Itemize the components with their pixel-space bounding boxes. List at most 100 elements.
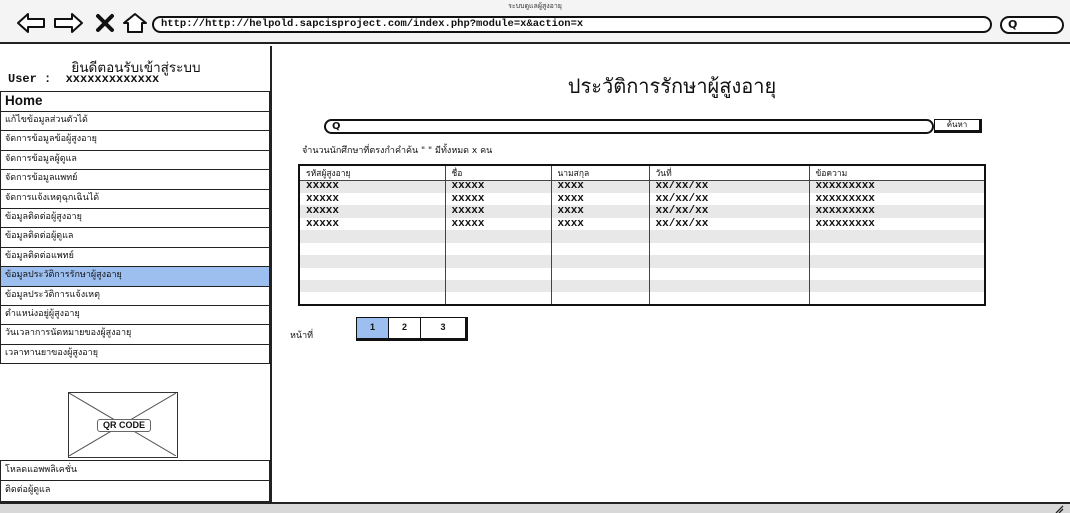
sidebar-item-medication-times[interactable]: เวลาทานยาของผู้สูงอายุ [0, 344, 270, 365]
table-cell: xxxxx [299, 180, 446, 193]
sidebar-item-doctor-contacts[interactable]: ข้อมูลติดต่อแพทย์ [0, 247, 270, 268]
sidebar-item-elderly-location[interactable]: ตำแหน่งอยู่ผู้สูงอายุ [0, 305, 270, 326]
sidebar: ยินดีตอนรับเข้าสู่ระบบ User : xxxxxxxxxx… [0, 46, 272, 502]
status-bar [0, 502, 1070, 513]
table-cell [299, 292, 446, 305]
column-header-message[interactable]: ข้อความ [809, 165, 986, 181]
search-button[interactable]: ค้นหา [934, 119, 982, 133]
table-cell [551, 292, 650, 305]
search-icon: Q [332, 121, 341, 132]
home-icon[interactable] [122, 12, 148, 34]
table-cell [299, 242, 446, 256]
table-cell: xx/xx/xx [649, 192, 810, 206]
table-cell [299, 255, 446, 268]
table-cell [445, 242, 552, 256]
sidebar-item-caregiver-contacts[interactable]: ข้อมูลติดต่อผู้ดูแล [0, 228, 270, 248]
sidebar-item-manage-doctors[interactable]: จัดการข้อมูลแพทย์ [0, 170, 270, 190]
table-cell [649, 242, 810, 256]
forward-arrow-icon[interactable] [52, 12, 84, 34]
search-input[interactable]: Q [324, 119, 934, 134]
search-icon: Q [1008, 18, 1018, 31]
table-cell [551, 255, 650, 268]
table-cell [649, 255, 810, 268]
table-row[interactable] [299, 292, 986, 305]
sidebar-menu: Home แก้ไขข้อมูลส่วนตัวได้ จัดการข้อมูลข… [0, 91, 270, 365]
page-button-3[interactable]: 3 [421, 318, 465, 338]
column-header-first-name[interactable]: ชื่อ [445, 165, 552, 181]
table-row[interactable] [299, 267, 986, 280]
table-cell [445, 292, 552, 305]
pager-label: หน้าที่ [290, 331, 314, 341]
table-cell: xxxxx [445, 217, 552, 231]
table-cell: xxxxx [445, 205, 552, 218]
column-header-date[interactable]: วันที่ [649, 165, 810, 181]
sidebar-item-home[interactable]: Home [0, 91, 270, 112]
browser-search-box[interactable]: Q [1000, 16, 1064, 34]
table-cell [551, 280, 650, 293]
sidebar-item-report-history[interactable]: ข้อมูลประวัติการแจ้งเหตุ [0, 286, 270, 306]
table-cell [551, 230, 650, 243]
table-cell: xxxx [551, 217, 650, 231]
table-cell [649, 230, 810, 243]
result-count-text: จำนวนนักศึกษาที่ตรงกำคำค้น " " มีทั้งหมด… [302, 146, 493, 156]
table-cell [445, 267, 552, 280]
table-row[interactable] [299, 255, 986, 268]
table-row[interactable] [299, 242, 986, 256]
close-icon[interactable] [94, 12, 116, 34]
resize-grip-icon[interactable] [1054, 505, 1064, 513]
sidebar-item-manage-emergency[interactable]: จัดการแจ้งเหตุฉุกเฉินได้ [0, 189, 270, 209]
sidebar-item-download-app[interactable]: โหลดแอพพลิเคชั่น [0, 460, 270, 481]
sidebar-item-manage-caregivers[interactable]: จัดการข้อมูลผู้ดูแล [0, 150, 270, 171]
table-cell: xxxxx [299, 205, 446, 218]
address-bar[interactable]: http://http://helpold.sapcisproject.com/… [152, 16, 992, 33]
window-title: ระบบดูแลผู้สูงอายุ [508, 2, 562, 10]
table-cell [299, 280, 446, 293]
table-cell [809, 230, 986, 243]
table-header-row: รหัสผู้สูงอายุ ชื่อ นามสกุล วันที่ ข้อคว… [299, 165, 986, 181]
table-cell [809, 292, 986, 305]
qr-code-label: QR CODE [97, 419, 151, 432]
page-button-2[interactable]: 2 [389, 318, 421, 338]
sidebar-item-manage-elderly[interactable]: จัดการข้อมูลข้อผู้สูงอายุ [0, 131, 270, 151]
table-cell [649, 280, 810, 293]
sidebar-bottom-links: โหลดแอพพลิเคชั่น ติดต่อผู้ดูแล [0, 460, 270, 502]
table-cell: xxxxxxxxx [809, 217, 986, 231]
table-cell [649, 267, 810, 280]
table-cell: xx/xx/xx [649, 180, 810, 193]
table-row[interactable]: xxxxx xxxxx xxxx xx/xx/xx xxxxxxxxx [299, 205, 986, 218]
pagination: 1 2 3 [356, 317, 468, 341]
table-cell [299, 267, 446, 280]
table-row[interactable] [299, 280, 986, 293]
table-cell: xxxxxxxxx [809, 192, 986, 206]
column-header-last-name[interactable]: นามสกุล [551, 165, 650, 181]
table-cell: xx/xx/xx [649, 205, 810, 218]
table-cell: xxxxxxxxx [809, 205, 986, 218]
sidebar-item-contact-caregiver[interactable]: ติดต่อผู้ดูแล [0, 481, 270, 502]
table-cell: xxxxx [445, 180, 552, 193]
browser-toolbar: ระบบดูแลผู้สูงอายุ http://http://helpold… [0, 0, 1070, 44]
column-header-elderly-id[interactable]: รหัสผู้สูงอายุ [299, 165, 446, 181]
table-cell [299, 230, 446, 243]
table-cell: xxxxx [299, 217, 446, 231]
table-cell: xxxxx [299, 192, 446, 206]
page-button-1[interactable]: 1 [357, 318, 389, 338]
back-arrow-icon[interactable] [16, 12, 46, 34]
table-cell [445, 280, 552, 293]
sidebar-item-elderly-contacts[interactable]: ข้อมูลติดต่อผู้สูงอายุ [0, 208, 270, 229]
sidebar-item-treatment-history[interactable]: ข้อมูลประวัติการรักษาผู้สูงอายุ [0, 267, 270, 287]
sidebar-item-edit-profile[interactable]: แก้ไขข้อมูลส่วนตัวได้ [0, 112, 270, 132]
table-row[interactable]: xxxxx xxxxx xxxx xx/xx/xx xxxxxxxxx [299, 180, 986, 193]
table-cell [809, 267, 986, 280]
table-row[interactable]: xxxxx xxxxx xxxx xx/xx/xx xxxxxxxxx [299, 192, 986, 206]
table-row[interactable]: xxxxx xxxxx xxxx xx/xx/xx xxxxxxxxx [299, 217, 986, 231]
treatment-history-table: รหัสผู้สูงอายุ ชื่อ นามสกุล วันที่ ข้อคว… [298, 164, 986, 306]
table-row[interactable] [299, 230, 986, 243]
page-title: ประวัติการรักษาผู้สูงอายุ [567, 74, 777, 98]
sidebar-item-appointments[interactable]: วันเวลาการนัดหมายของผู้สูงอายุ [0, 325, 270, 345]
table-cell [809, 242, 986, 256]
table-cell [551, 267, 650, 280]
table-cell: xxxxxxxxx [809, 180, 986, 193]
table-cell: xxxx [551, 180, 650, 193]
table-cell: xxxxx [445, 192, 552, 206]
table-cell [809, 255, 986, 268]
